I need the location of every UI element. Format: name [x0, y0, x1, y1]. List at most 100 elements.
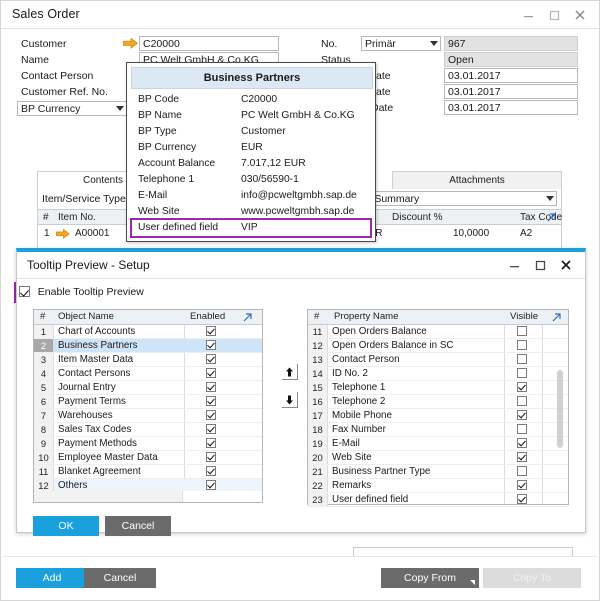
maximize-icon[interactable] [541, 2, 567, 28]
list-item[interactable]: 10 Employee Master Data [34, 451, 262, 465]
list-item[interactable]: 23 User defined field [308, 493, 568, 507]
enabled-checkbox[interactable] [206, 466, 216, 476]
object-name-list[interactable]: # Object Name Enabled 1 Chart of Account… [33, 309, 263, 491]
ok-button[interactable]: OK [33, 516, 99, 536]
list-item[interactable]: 9 Payment Methods [34, 437, 262, 451]
close-icon[interactable] [567, 2, 593, 28]
visible-checkbox[interactable] [517, 340, 527, 350]
list-item[interactable]: 20 Web Site [308, 451, 568, 465]
enabled-checkbox[interactable] [206, 424, 216, 434]
list-item[interactable]: 5 Journal Entry [34, 381, 262, 395]
visible-checkbox[interactable] [517, 368, 527, 378]
sales-order-titlebar: Sales Order [1, 1, 599, 29]
property-name-list[interactable]: # Property Name Visible 11 Open Orders B… [307, 309, 569, 505]
visible-checkbox[interactable] [517, 438, 527, 448]
list-item[interactable]: 19 E-Mail [308, 437, 568, 451]
tooltip-value: C20000 [241, 94, 277, 105]
list-item[interactable]: 2 Business Partners [34, 339, 262, 353]
visible-checkbox[interactable] [517, 326, 527, 336]
minimize-icon[interactable] [501, 252, 527, 278]
visible-checkbox[interactable] [517, 452, 527, 462]
enable-tooltip-preview-checkbox[interactable] [19, 286, 30, 297]
close-icon[interactable] [553, 252, 579, 278]
tooltip-preview-titlebar: Tooltip Preview - Setup [17, 252, 585, 279]
posting-date-field[interactable]: 03.01.2017 [444, 68, 578, 83]
enable-tooltip-preview-row[interactable]: Enable Tooltip Preview [19, 286, 144, 298]
list-item[interactable]: 12 Open Orders Balance in SC [308, 339, 568, 353]
enabled-checkbox[interactable] [206, 410, 216, 420]
copy-from-button[interactable]: Copy From [381, 568, 479, 588]
list-item[interactable]: 22 Remarks [308, 479, 568, 493]
list-item[interactable]: 18 Fax Number [308, 423, 568, 437]
object-name: Sales Tax Codes [58, 423, 131, 436]
visible-checkbox[interactable] [517, 410, 527, 420]
maximize-icon[interactable] [527, 252, 553, 278]
enabled-checkbox[interactable] [206, 480, 216, 490]
tooltip-key: BP Type [138, 126, 177, 137]
vertical-scrollbar[interactable] [557, 370, 563, 448]
minimize-icon[interactable] [515, 2, 541, 28]
move-down-button[interactable] [282, 392, 298, 408]
list-item[interactable]: 11 Open Orders Balance [308, 325, 568, 339]
property-name: Contact Person [332, 353, 400, 366]
label-date-1: ate [376, 70, 391, 82]
list-item[interactable]: 13 Contact Person [308, 353, 568, 367]
enabled-checkbox[interactable] [206, 340, 216, 350]
chevron-down-icon [116, 106, 124, 111]
property-name: Mobile Phone [332, 409, 392, 422]
col-header-object-name: Object Name [58, 310, 114, 324]
list-item[interactable]: 21 Business Partner Type [308, 465, 568, 479]
delivery-date-field[interactable]: 03.01.2017 [444, 84, 578, 99]
list-item[interactable]: 8 Sales Tax Codes [34, 423, 262, 437]
enabled-checkbox[interactable] [206, 326, 216, 336]
enabled-checkbox[interactable] [206, 354, 216, 364]
chevron-down-icon [546, 196, 554, 201]
tooltip-row-bp-type: BP Type Customer [127, 126, 377, 142]
list-item[interactable]: 7 Warehouses [34, 409, 262, 423]
enabled-checkbox[interactable] [206, 396, 216, 406]
tooltip-row-bp-name: BP Name PC Welt GmbH & Co.KG [127, 110, 377, 126]
expand-icon[interactable] [242, 312, 253, 326]
row-number: 12 [308, 339, 328, 352]
visible-checkbox[interactable] [517, 494, 527, 504]
visible-checkbox[interactable] [517, 354, 527, 364]
list-item[interactable]: 15 Telephone 1 [308, 381, 568, 395]
list-item[interactable]: 1 Chart of Accounts [34, 325, 262, 339]
expand-icon[interactable] [546, 212, 557, 226]
enabled-checkbox[interactable] [206, 368, 216, 378]
move-up-button[interactable] [282, 364, 298, 380]
add-button[interactable]: Add [16, 568, 88, 588]
list-item[interactable]: 4 Contact Persons [34, 367, 262, 381]
gold-arrow-icon[interactable] [56, 229, 70, 242]
visible-checkbox[interactable] [517, 480, 527, 490]
gold-arrow-icon[interactable] [123, 38, 137, 49]
tab-attachments[interactable]: Attachments [392, 171, 562, 190]
visible-checkbox[interactable] [517, 396, 527, 406]
list-item[interactable]: 11 Blanket Agreement [34, 465, 262, 479]
arrow-up-icon [285, 367, 294, 377]
customer-field[interactable]: C20000 [139, 36, 279, 51]
object-name: Payment Terms [58, 395, 126, 408]
expand-icon[interactable] [551, 312, 562, 326]
document-date-field[interactable]: 03.01.2017 [444, 100, 578, 115]
cancel-button[interactable]: Cancel [84, 568, 156, 588]
visible-checkbox[interactable] [517, 466, 527, 476]
list-item[interactable]: 17 Mobile Phone [308, 409, 568, 423]
list-item[interactable]: 14 ID No. 2 [308, 367, 568, 381]
enabled-checkbox[interactable] [206, 382, 216, 392]
no-series-combo[interactable]: Primär [361, 36, 441, 51]
list-item[interactable]: 3 Item Master Data [34, 353, 262, 367]
list-item[interactable]: 16 Telephone 2 [308, 395, 568, 409]
visible-checkbox[interactable] [517, 424, 527, 434]
row-number: 22 [308, 479, 328, 492]
bp-currency-combo[interactable]: BP Currency [17, 101, 127, 116]
enabled-checkbox[interactable] [206, 438, 216, 448]
list-item[interactable]: 6 Payment Terms [34, 395, 262, 409]
cancel-button[interactable]: Cancel [105, 516, 171, 536]
tooltip-row-bp-currency: BP Currency EUR [127, 142, 377, 158]
bp-currency-label: BP Currency [21, 103, 80, 115]
enabled-checkbox[interactable] [206, 452, 216, 462]
summary-type-combo[interactable]: No Summary [354, 191, 557, 206]
visible-checkbox[interactable] [517, 382, 527, 392]
row-number: 17 [308, 409, 328, 422]
